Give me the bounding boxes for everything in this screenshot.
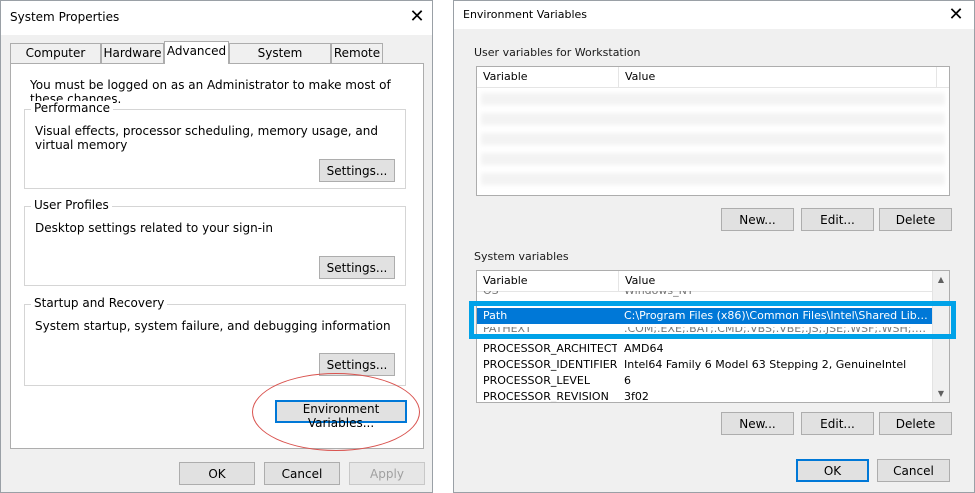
system-properties-window: System Properties ✕ Computer Name Hardwa…: [0, 0, 433, 493]
user-variables-list[interactable]: Variable Value: [476, 66, 950, 196]
user-profiles-description: Desktop settings related to your sign-in: [35, 221, 273, 235]
system-new-button[interactable]: New...: [721, 412, 794, 435]
redacted-row: [481, 173, 945, 185]
variable-name: PROCESSOR_IDENTIFIER: [483, 358, 617, 371]
system-variable-row-processor-architecture[interactable]: PROCESSOR_ARCHITECTURE AMD64: [477, 341, 933, 357]
user-variables-label: User variables for Workstation: [474, 46, 641, 59]
window-title: System Properties: [10, 10, 120, 24]
startup-recovery-title: Startup and Recovery: [31, 296, 168, 310]
variable-value: Intel64 Family 6 Model 63 Stepping 2, Ge…: [624, 358, 907, 371]
variable-name: PROCESSOR_ARCHITECTURE: [483, 342, 617, 355]
redacted-row: [481, 113, 945, 125]
user-variables-header: Variable Value: [477, 67, 949, 88]
variable-value: 3f02: [624, 390, 649, 403]
environment-variables-button[interactable]: Environment Variables...: [275, 400, 407, 430]
system-variables-header: Variable Value: [477, 271, 949, 292]
user-profiles-title: User Profiles: [31, 198, 112, 212]
performance-settings-button[interactable]: Settings...: [319, 159, 395, 182]
column-header-value[interactable]: Value: [619, 67, 937, 88]
variable-name: PATHEXT: [483, 327, 532, 335]
cancel-button[interactable]: Cancel: [877, 459, 950, 482]
system-variable-row-os[interactable]: OS Windows_NT: [477, 291, 933, 301]
cancel-button[interactable]: Cancel: [264, 462, 340, 485]
variable-value: AMD64: [624, 342, 664, 355]
redacted-row: [481, 153, 945, 165]
variable-name: PROCESSOR_LEVEL: [483, 374, 591, 387]
variable-value: 6: [624, 374, 631, 387]
user-edit-button[interactable]: Edit...: [801, 208, 874, 231]
redacted-row: [481, 93, 945, 105]
tab-remote[interactable]: Remote: [331, 43, 383, 63]
apply-button[interactable]: Apply: [349, 462, 425, 485]
variable-name: OS: [483, 291, 617, 299]
tab-hardware[interactable]: Hardware: [101, 43, 164, 63]
startup-recovery-group: Startup and Recovery System startup, sys…: [24, 296, 406, 386]
ok-button[interactable]: OK: [796, 459, 869, 482]
tab-computer-name[interactable]: Computer Name: [10, 43, 101, 78]
variable-value: C:\Program Files (x86)\Common Files\Inte…: [624, 309, 929, 322]
column-header-variable[interactable]: Variable: [477, 67, 619, 88]
title-bar: Environment Variables ✕: [454, 1, 974, 29]
startup-recovery-settings-button[interactable]: Settings...: [319, 353, 395, 376]
tab-advanced[interactable]: Advanced: [164, 41, 229, 64]
system-variable-row-pathext[interactable]: PATHEXT .COM;.EXE;.BAT;.CMD;.VBS;.VBE;.J…: [477, 327, 933, 336]
system-variables-label: System variables: [474, 250, 569, 263]
user-new-button[interactable]: New...: [721, 208, 794, 231]
system-variables-list[interactable]: Variable Value OS Windows_NT Path C:\Pro…: [476, 270, 950, 403]
system-variables-scrollbar[interactable]: ▲ ▼: [932, 271, 949, 402]
advanced-tab-panel: You must be logged on as an Administrato…: [10, 63, 424, 449]
window-title: Environment Variables: [463, 8, 588, 21]
system-delete-button[interactable]: Delete: [879, 412, 952, 435]
environment-variables-window: Environment Variables ✕ User variables f…: [453, 0, 975, 493]
system-edit-button[interactable]: Edit...: [801, 412, 874, 435]
scroll-up-icon[interactable]: ▲: [933, 271, 949, 288]
ok-button[interactable]: OK: [179, 462, 255, 485]
title-bar: System Properties ✕: [1, 1, 432, 35]
variable-value: .COM;.EXE;.BAT;.CMD;.VBS;.VBE;.JS;.JSE;.…: [624, 327, 929, 335]
startup-recovery-description: System startup, system failure, and debu…: [35, 319, 391, 333]
close-icon[interactable]: ✕: [407, 7, 427, 27]
redacted-row: [481, 133, 945, 145]
user-profiles-settings-button[interactable]: Settings...: [319, 256, 395, 279]
user-profiles-group: User Profiles Desktop settings related t…: [24, 198, 406, 286]
system-variable-row-processor-level[interactable]: PROCESSOR_LEVEL 6: [477, 373, 933, 389]
tab-system-protection[interactable]: System Protection: [229, 43, 331, 78]
close-icon[interactable]: ✕: [946, 5, 966, 25]
column-header-value[interactable]: Value: [619, 271, 933, 292]
performance-description: Visual effects, processor scheduling, me…: [35, 124, 379, 152]
performance-group: Performance Visual effects, processor sc…: [24, 101, 406, 189]
variable-name: PROCESSOR_REVISION: [483, 390, 609, 403]
user-delete-button[interactable]: Delete: [879, 208, 952, 231]
system-variable-row-processor-revision[interactable]: PROCESSOR_REVISION 3f02: [477, 389, 933, 403]
variable-value: Windows_NT: [624, 291, 929, 299]
variable-name: Path: [483, 309, 508, 322]
scroll-down-icon[interactable]: ▼: [933, 385, 949, 402]
system-variable-row-processor-identifier[interactable]: PROCESSOR_IDENTIFIER Intel64 Family 6 Mo…: [477, 357, 933, 373]
performance-title: Performance: [31, 101, 114, 115]
system-variable-row-path[interactable]: Path C:\Program Files (x86)\Common Files…: [477, 308, 933, 324]
column-header-variable[interactable]: Variable: [477, 271, 619, 292]
